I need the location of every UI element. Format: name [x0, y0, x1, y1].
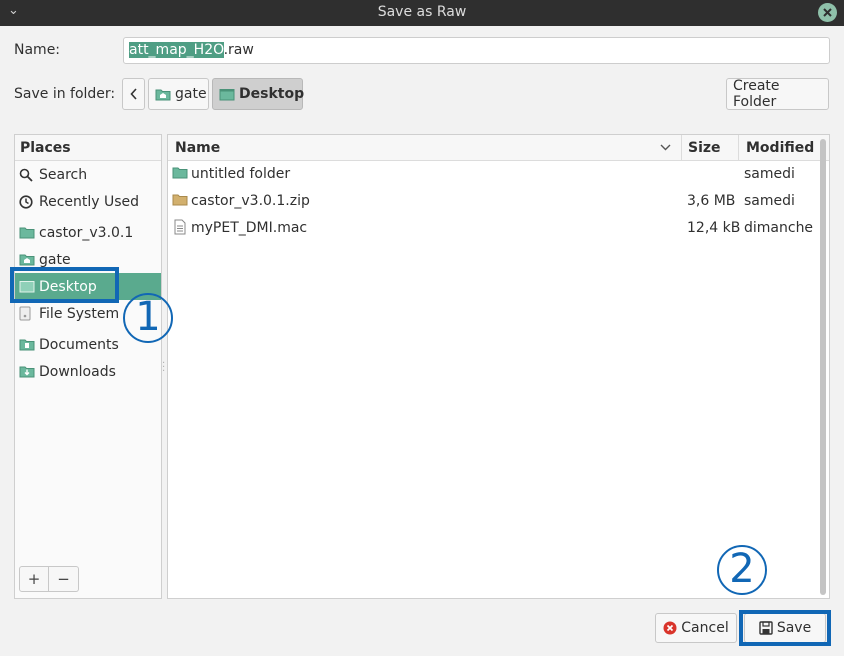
sidebar-item-castor[interactable]: castor_v3.0.1	[15, 219, 161, 246]
documents-folder-icon	[19, 338, 37, 351]
close-button[interactable]	[818, 3, 837, 22]
name-field-selection: att_map_H2O	[129, 42, 224, 58]
file-size: 12,4 kB	[687, 220, 741, 236]
downloads-folder-icon	[19, 365, 37, 378]
sidebar-item-downloads[interactable]: Downloads	[15, 358, 161, 385]
folder-icon	[172, 166, 188, 183]
search-icon	[19, 168, 37, 182]
file-list-scrollbar[interactable]	[820, 139, 826, 595]
path-crumb-label: Desktop	[239, 86, 305, 102]
sidebar-item-label: Search	[39, 166, 88, 183]
path-crumb-gate[interactable]: gate	[148, 78, 209, 110]
chevron-left-icon	[129, 88, 137, 100]
file-name: castor_v3.0.1.zip	[191, 193, 310, 209]
file-list-header: Name Size Modified	[168, 135, 829, 161]
file-row[interactable]: castor_v3.0.1.zip 3,6 MB samedi	[168, 188, 819, 215]
clock-icon	[19, 194, 37, 209]
file-row[interactable]: untitled folder samedi	[168, 161, 819, 188]
save-in-folder-label: Save in folder:	[14, 86, 116, 102]
sidebar-item-recently-used[interactable]: Recently Used	[15, 188, 161, 215]
sidebar-item-label: castor_v3.0.1	[39, 224, 134, 241]
home-folder-icon	[155, 88, 171, 101]
column-separator	[681, 135, 682, 161]
places-sidebar: Places Search Recently Used castor_v3.0.…	[14, 134, 162, 599]
file-modified: samedi	[744, 166, 795, 182]
cancel-label: Cancel	[681, 620, 729, 636]
sidebar-item-label: gate	[39, 251, 71, 268]
path-back-button[interactable]	[122, 78, 145, 110]
file-modified: samedi	[744, 193, 795, 209]
annotation-number-1: 1	[123, 293, 173, 343]
column-header-size[interactable]: Size	[688, 140, 721, 156]
create-folder-button[interactable]: Create Folder	[726, 78, 829, 110]
annotation-highlight-desktop	[10, 267, 119, 303]
file-size: 3,6 MB	[687, 193, 736, 209]
archive-icon	[172, 193, 188, 210]
sidebar-item-label: File System	[39, 305, 120, 322]
text-file-icon	[174, 219, 186, 239]
sidebar-item-label: Recently Used	[39, 193, 140, 210]
pane-resize-handle[interactable]: · · ·	[162, 359, 165, 377]
file-modified: dimanche	[744, 220, 814, 236]
column-header-modified[interactable]: Modified	[746, 140, 814, 156]
places-toolbar: + −	[19, 566, 79, 592]
desktop-folder-icon	[219, 88, 235, 101]
sort-chevron-down-icon[interactable]	[660, 144, 671, 151]
name-label: Name:	[14, 42, 61, 58]
title-bar: ⌄ Save as Raw	[0, 0, 844, 26]
file-name: untitled folder	[191, 166, 291, 182]
file-list: Name Size Modified untitled folder samed…	[167, 134, 830, 599]
close-icon	[823, 8, 832, 17]
folder-icon	[19, 226, 37, 239]
sidebar-item-search[interactable]: Search	[15, 161, 161, 188]
path-crumb-desktop[interactable]: Desktop	[212, 78, 305, 110]
sidebar-item-label: Downloads	[39, 363, 116, 380]
annotation-number-2: 2	[717, 545, 767, 595]
file-name: myPET_DMI.mac	[191, 220, 308, 236]
column-header-name[interactable]: Name	[175, 140, 220, 156]
cancel-icon	[663, 621, 677, 635]
remove-bookmark-button[interactable]: −	[49, 566, 79, 592]
places-header: Places	[15, 135, 161, 161]
column-separator	[738, 135, 739, 161]
file-row[interactable]: myPET_DMI.mac 12,4 kB dimanche	[168, 215, 819, 242]
drive-icon	[19, 306, 37, 321]
name-field-extension: .raw	[223, 42, 254, 58]
window-title: Save as Raw	[377, 4, 467, 20]
home-folder-icon	[19, 253, 37, 266]
path-crumb-label: gate	[175, 86, 207, 102]
add-bookmark-button[interactable]: +	[19, 566, 49, 592]
cancel-button[interactable]: Cancel	[655, 613, 737, 643]
create-folder-label: Create Folder	[733, 78, 780, 110]
annotation-highlight-save	[739, 610, 831, 646]
name-field[interactable]: att_map_H2O.raw	[123, 37, 830, 64]
sidebar-item-label: Documents	[39, 336, 119, 353]
